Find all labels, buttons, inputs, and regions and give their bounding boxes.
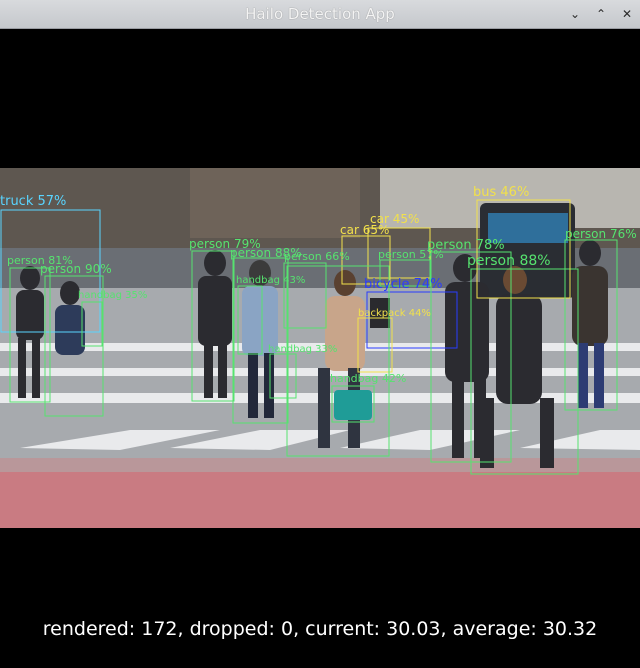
window-title: Hailo Detection App: [245, 5, 395, 23]
minimize-icon[interactable]: ⌄: [566, 5, 584, 23]
window-titlebar[interactable]: Hailo Detection App ⌄ ⌃ ✕: [0, 0, 640, 29]
close-icon[interactable]: ✕: [618, 5, 636, 23]
video-frame: truck 57% person 81% person 90% handbag …: [0, 168, 640, 528]
detection-label: truck 57%: [0, 194, 66, 209]
detection-label: person 90%: [40, 262, 112, 276]
detection-label: car 45%: [370, 212, 419, 226]
detection-label: handbag 43%: [236, 275, 305, 286]
detection-label: person 88%: [467, 253, 551, 269]
fps-status-text: rendered: 172, dropped: 0, current: 30.0…: [42, 618, 598, 640]
detection-label: bus 46%: [473, 185, 529, 200]
detection-label: person 78%: [427, 238, 505, 253]
detection-label: person 66%: [284, 250, 350, 263]
detection-label: handbag 33%: [268, 344, 337, 355]
detection-label: backpack 44%: [358, 308, 431, 319]
detection-label: person 76%: [565, 227, 637, 241]
detection-label: handbag 42%: [330, 372, 406, 385]
detection-label: bicycle 74%: [364, 277, 443, 292]
detection-label: handbag 35%: [78, 290, 147, 301]
maximize-icon[interactable]: ⌃: [592, 5, 610, 23]
